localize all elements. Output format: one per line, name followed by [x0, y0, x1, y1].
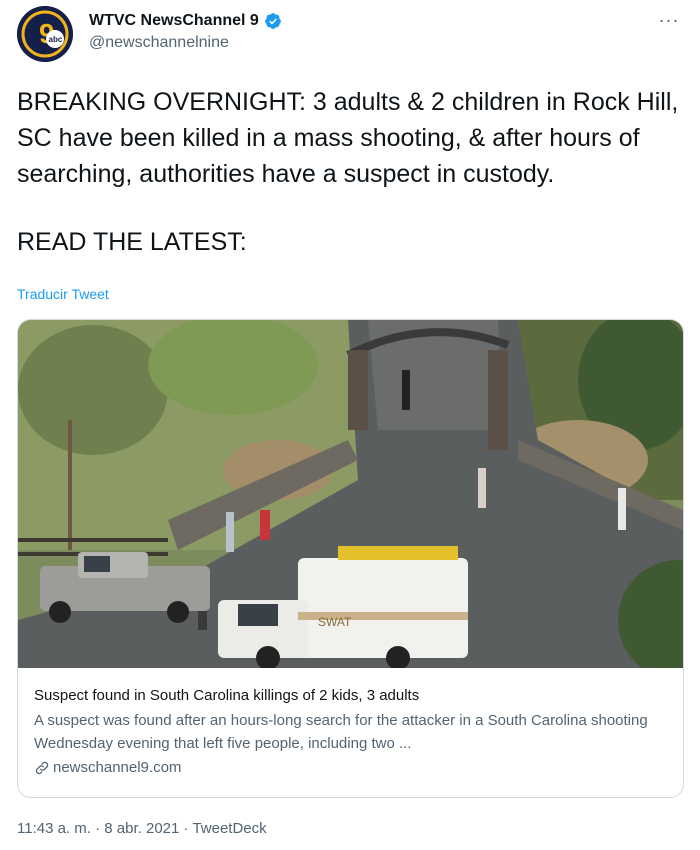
avatar[interactable]: 9 abc	[17, 6, 73, 62]
tweet-text: BREAKING OVERNIGHT: 3 adults & 2 childre…	[17, 84, 683, 260]
tweet-time[interactable]: 11:43 a. m.	[17, 820, 91, 837]
link-card[interactable]: SWAT Suspect found in South Carolina kil…	[17, 319, 684, 798]
tweet-source[interactable]: TweetDeck	[192, 820, 266, 837]
card-body: Suspect found in South Carolina killings…	[34, 686, 664, 776]
meta-separator: ·	[95, 820, 101, 837]
meta-separator: ·	[183, 820, 189, 837]
card-title[interactable]: Suspect found in South Carolina killings…	[34, 686, 664, 706]
swat-label: SWAT	[318, 615, 352, 629]
tweet-text-paragraph: BREAKING OVERNIGHT: 3 adults & 2 childre…	[17, 88, 679, 188]
tweet-date[interactable]: 8 abr. 2021	[104, 820, 179, 837]
verified-badge-icon	[264, 13, 281, 29]
more-options-icon[interactable]: ···	[655, 10, 683, 32]
link-icon	[35, 761, 49, 774]
tweet-text-paragraph: READ THE LATEST:	[17, 228, 247, 256]
avatar-abc-badge: abc	[49, 35, 63, 44]
wtvc-logo-icon: 9 abc	[17, 6, 73, 62]
card-image[interactable]: SWAT	[18, 320, 683, 668]
user-handle[interactable]: @newschannelnine	[89, 34, 282, 52]
author-names: WTVC NewsChannel 9 @newschannelnine	[89, 10, 282, 52]
card-domain-row: newschannel9.com	[34, 759, 664, 776]
card-description: A suspect was found after an hours-long …	[34, 712, 648, 752]
translate-tweet-link[interactable]: Traducir Tweet	[17, 286, 109, 302]
tweet-meta: 11:43 a. m. · 8 abr. 2021 · TweetDeck	[17, 820, 267, 837]
display-name[interactable]: WTVC NewsChannel 9	[89, 12, 259, 30]
display-name-row: WTVC NewsChannel 9	[89, 10, 282, 32]
tweet-header: 9 abc WTVC NewsChannel 9 @newschannelnin…	[17, 6, 683, 62]
card-domain[interactable]: newschannel9.com	[53, 759, 181, 776]
